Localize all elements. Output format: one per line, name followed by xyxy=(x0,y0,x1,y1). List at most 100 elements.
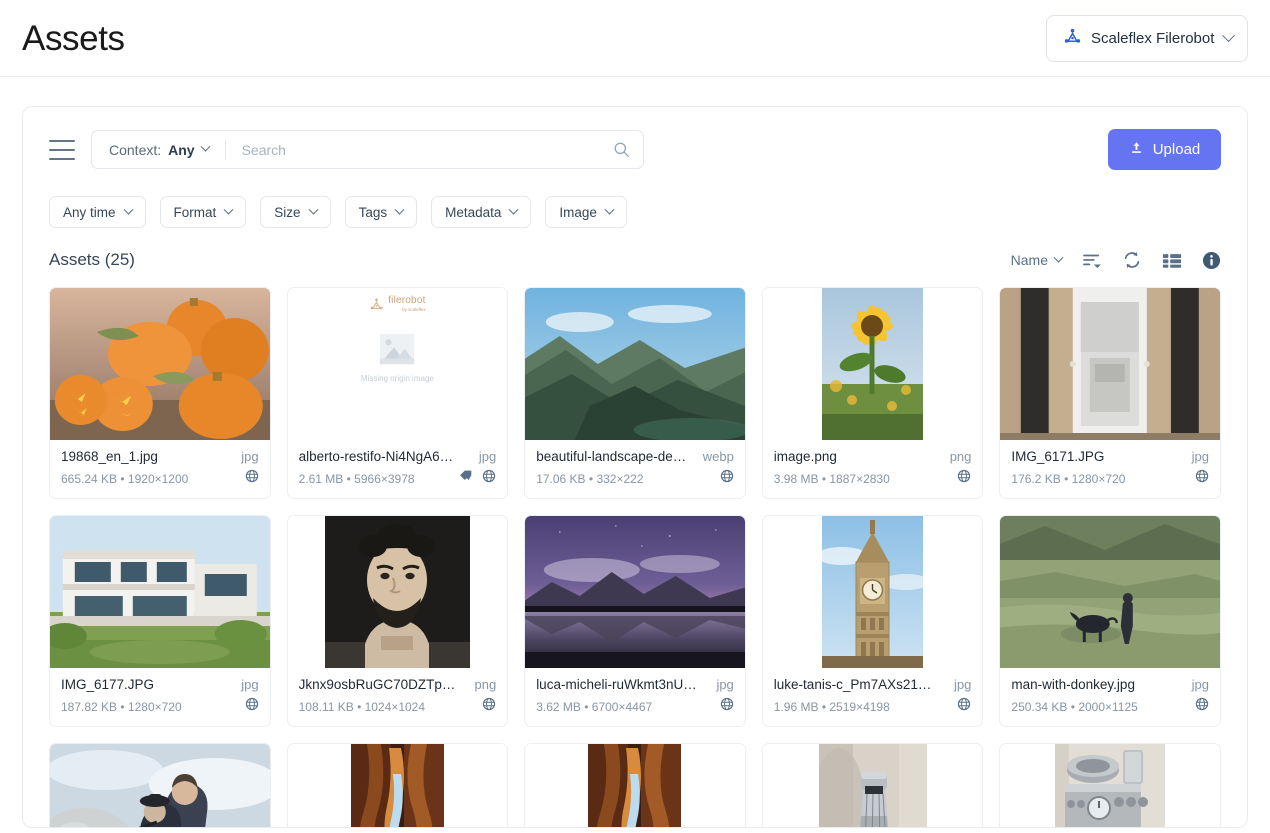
search-icon[interactable] xyxy=(613,141,630,158)
globe-icon xyxy=(957,697,971,716)
filter-chips: Any time Format Size Tags Metadata Image xyxy=(23,170,1247,228)
missing-origin-text: Missing origin image xyxy=(361,374,434,383)
search-bar: Context: Any xyxy=(91,130,644,169)
asset-thumbnail xyxy=(763,744,983,828)
filter-tags[interactable]: Tags xyxy=(345,196,418,228)
asset-size-dimensions: 665.24 KB • 1920×1200 xyxy=(61,472,245,486)
context-value: Any xyxy=(168,142,194,158)
filter-label: Tags xyxy=(359,205,388,220)
asset-thumbnail xyxy=(50,288,270,440)
org-switcher-button[interactable]: Scaleflex Filerobot xyxy=(1046,15,1248,62)
asset-card[interactable]: IMG_6171.JPG jpg 176.2 KB • 1280×720 xyxy=(999,287,1221,499)
asset-meta: IMG_6177.JPG jpg 187.82 KB • 1280×720 xyxy=(50,668,270,726)
asset-card[interactable] xyxy=(49,743,271,828)
asset-extension: jpg xyxy=(1192,449,1209,464)
assets-grid: 19868_en_1.jpg jpg 665.24 KB • 1920×1200 xyxy=(23,270,1247,828)
globe-icon xyxy=(1195,469,1209,488)
filter-metadata[interactable]: Metadata xyxy=(431,196,531,228)
tag-icon xyxy=(459,469,474,488)
view-mode-icon[interactable] xyxy=(1162,252,1182,269)
sort-field-selector[interactable]: Name xyxy=(1011,252,1062,268)
asset-extension: webp xyxy=(703,449,734,464)
globe-icon xyxy=(720,697,734,716)
asset-card[interactable]: beautiful-landscape-de… webp 17.06 KB • … xyxy=(524,287,746,499)
asset-card[interactable]: filerobot by scaleflex Missin xyxy=(287,287,509,499)
asset-meta: man-with-donkey.jpg jpg 250.34 KB • 2000… xyxy=(1000,668,1220,726)
filter-image[interactable]: Image xyxy=(545,196,627,228)
filter-label: Any time xyxy=(63,205,116,220)
asset-size-dimensions: 2.61 MB • 5966×3978 xyxy=(299,472,460,486)
asset-thumbnail xyxy=(525,516,745,668)
asset-extension: jpg xyxy=(241,449,258,464)
sort-direction-icon[interactable] xyxy=(1082,252,1102,268)
asset-card[interactable]: luca-micheli-ruWkmt3nU… jpg 3.62 MB • 67… xyxy=(524,515,746,727)
asset-meta: image.png png 3.98 MB • 1887×2830 xyxy=(763,440,983,498)
asset-size-dimensions: 250.34 KB • 2000×1125 xyxy=(1011,700,1195,714)
asset-card[interactable]: 19868_en_1.jpg jpg 665.24 KB • 1920×1200 xyxy=(49,287,271,499)
assets-count-label: Assets (25) xyxy=(49,250,135,270)
watermark-brand: filerobot xyxy=(388,296,425,306)
filter-any-time[interactable]: Any time xyxy=(49,196,146,228)
asset-filename: IMG_6171.JPG xyxy=(1011,449,1183,464)
asset-filename: luca-micheli-ruWkmt3nU… xyxy=(536,677,708,692)
globe-icon xyxy=(245,469,259,488)
asset-size-dimensions: 3.62 MB • 6700×4467 xyxy=(536,700,720,714)
info-icon[interactable] xyxy=(1202,251,1221,270)
asset-extension: jpg xyxy=(716,677,733,692)
filerobot-logo-icon xyxy=(1063,27,1082,50)
asset-card[interactable] xyxy=(287,743,509,828)
asset-filename: image.png xyxy=(774,449,942,464)
list-tools: Name xyxy=(1011,250,1221,270)
context-prefix-label: Context: xyxy=(109,142,161,158)
asset-card[interactable] xyxy=(762,743,984,828)
asset-thumbnail xyxy=(763,288,983,440)
asset-meta: Jknx9osbRuGC70DZTp… png 108.11 KB • 1024… xyxy=(288,668,508,726)
asset-extension: jpg xyxy=(954,677,971,692)
divider xyxy=(225,139,226,160)
upload-icon xyxy=(1129,140,1144,159)
chevron-down-icon xyxy=(308,204,318,214)
asset-thumbnail: filerobot by scaleflex Missin xyxy=(288,288,508,440)
list-header: Assets (25) Name xyxy=(23,228,1247,270)
asset-extension: jpg xyxy=(479,449,496,464)
asset-thumbnail xyxy=(50,744,270,828)
asset-size-dimensions: 176.2 KB • 1280×720 xyxy=(1011,472,1195,486)
watermark-sub: by scaleflex xyxy=(402,308,426,313)
asset-filename: Jknx9osbRuGC70DZTp… xyxy=(299,677,467,692)
org-switcher-label: Scaleflex Filerobot xyxy=(1091,30,1215,47)
image-placeholder-icon xyxy=(378,330,416,368)
filter-size[interactable]: Size xyxy=(260,196,330,228)
asset-card[interactable]: luke-tanis-c_Pm7AXs21… jpg 1.96 MB • 251… xyxy=(762,515,984,727)
asset-size-dimensions: 108.11 KB • 1024×1024 xyxy=(299,700,483,714)
refresh-icon[interactable] xyxy=(1122,250,1142,270)
asset-card[interactable]: image.png png 3.98 MB • 1887×2830 xyxy=(762,287,984,499)
missing-origin-placeholder: filerobot by scaleflex Missin xyxy=(288,288,508,440)
filter-format[interactable]: Format xyxy=(160,196,247,228)
sort-field-label: Name xyxy=(1011,252,1048,268)
asset-card[interactable] xyxy=(999,743,1221,828)
filerobot-watermark: filerobot by scaleflex xyxy=(369,296,425,312)
chevron-down-icon xyxy=(1054,252,1064,262)
asset-thumbnail xyxy=(50,516,270,668)
asset-card[interactable]: Jknx9osbRuGC70DZTp… png 108.11 KB • 1024… xyxy=(287,515,509,727)
asset-thumbnail xyxy=(1000,288,1220,440)
globe-icon xyxy=(482,697,496,716)
asset-card[interactable]: man-with-donkey.jpg jpg 250.34 KB • 2000… xyxy=(999,515,1221,727)
asset-card[interactable]: IMG_6177.JPG jpg 187.82 KB • 1280×720 xyxy=(49,515,271,727)
asset-meta: luca-micheli-ruWkmt3nU… jpg 3.62 MB • 67… xyxy=(525,668,745,726)
assets-panel: Context: Any Upload xyxy=(22,106,1248,828)
asset-card[interactable] xyxy=(524,743,746,828)
asset-thumbnail xyxy=(288,516,508,668)
asset-extension: jpg xyxy=(1192,677,1209,692)
context-selector[interactable]: Context: Any xyxy=(109,142,209,158)
asset-size-dimensions: 17.06 KB • 332×222 xyxy=(536,472,720,486)
chevron-down-icon xyxy=(509,204,519,214)
asset-extension: jpg xyxy=(241,677,258,692)
upload-button[interactable]: Upload xyxy=(1108,129,1221,170)
hamburger-menu-icon[interactable] xyxy=(49,140,75,160)
filter-label: Format xyxy=(174,205,217,220)
globe-icon xyxy=(957,469,971,488)
search-input[interactable] xyxy=(242,142,613,158)
globe-icon xyxy=(1195,697,1209,716)
asset-filename: 19868_en_1.jpg xyxy=(61,449,233,464)
